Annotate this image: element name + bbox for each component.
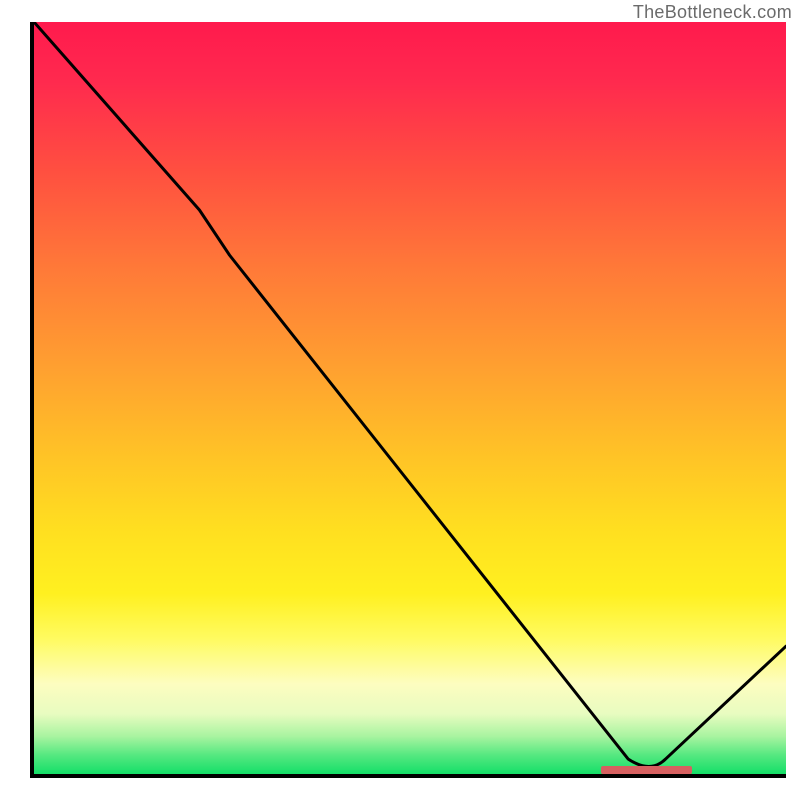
minimum-marker bbox=[601, 766, 692, 774]
chart-line-svg bbox=[34, 22, 786, 774]
watermark-text: TheBottleneck.com bbox=[633, 2, 792, 23]
chart-curve bbox=[34, 22, 786, 766]
plot-area bbox=[30, 22, 786, 778]
